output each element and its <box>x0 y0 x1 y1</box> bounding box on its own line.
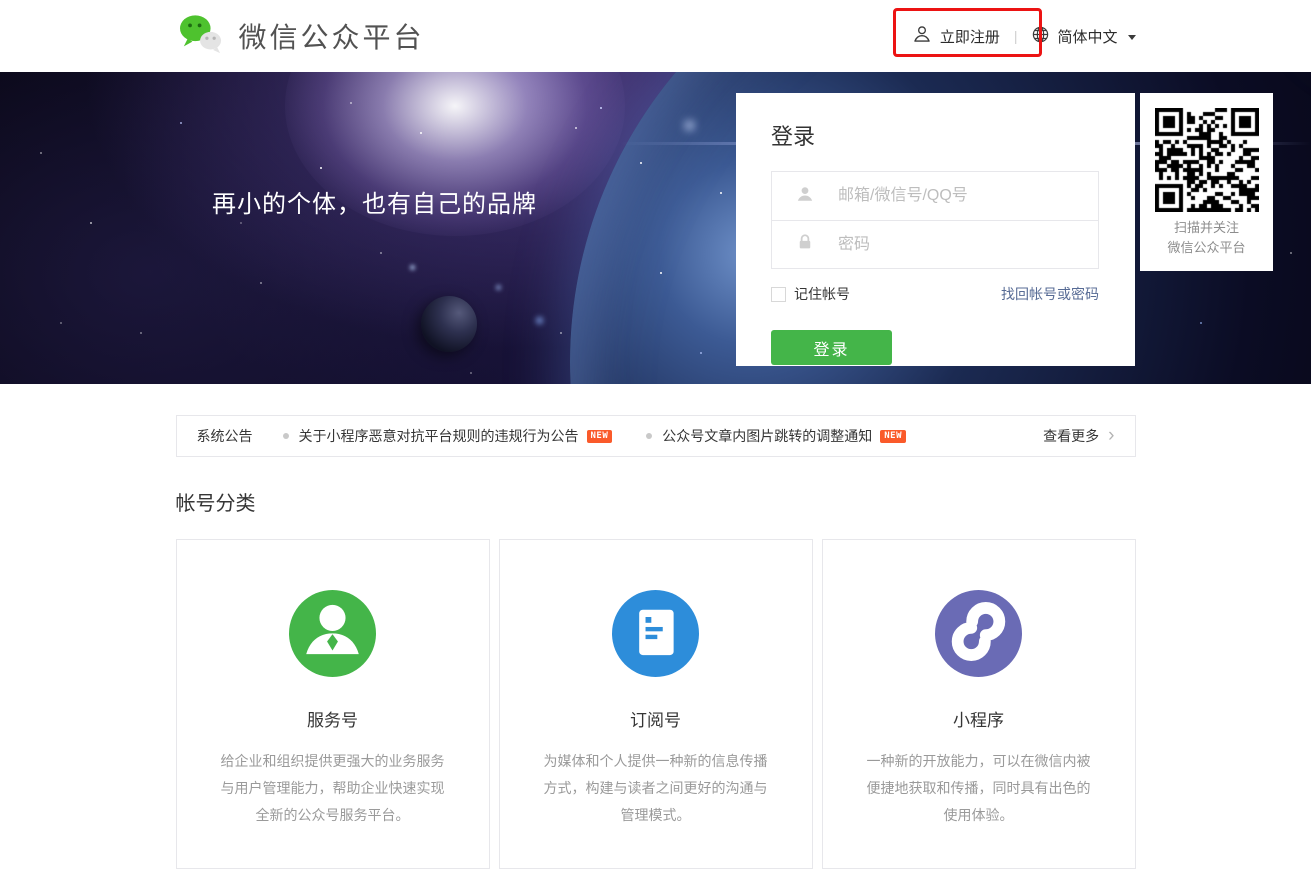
announcement-link-2[interactable]: 公众号文章内图片跳转的调整通知 NEW <box>646 426 907 446</box>
account-field-row <box>772 172 1098 220</box>
small-planet <box>421 296 477 352</box>
site-title: 微信公众平台 <box>238 22 425 53</box>
card-miniprogram[interactable]: 小程序 一种新的开放能力，可以在微信内被便捷地获取和传播，同时具有出色的使用体验… <box>821 539 1136 869</box>
new-badge: NEW <box>586 429 613 443</box>
globe-icon <box>1031 25 1050 48</box>
login-options: 记住帐号 找回帐号或密码 <box>771 284 1099 304</box>
card-description: 为媒体和个人提供一种新的信息传播方式，构建与读者之间更好的沟通与管理模式。 <box>543 753 768 823</box>
view-more-link[interactable]: 查看更多 › <box>1043 426 1114 446</box>
card-title: 服务号 <box>307 711 358 730</box>
announcement-title: 关于小程序恶意对抗平台规则的违规行为公告 <box>298 428 579 444</box>
announcement-bar: 系统公告 关于小程序恶意对抗平台规则的违规行为公告 NEW 公众号文章内图片跳转… <box>175 415 1136 457</box>
section-title-account-types: 帐号分类 <box>175 493 256 515</box>
login-button[interactable]: 登录 <box>771 330 892 365</box>
card-description: 给企业和组织提供更强大的业务服务与用户管理能力，帮助企业快速实现全新的公众号服务… <box>220 753 445 823</box>
remember-checkbox[interactable] <box>771 286 786 302</box>
login-panel: 登录 邮箱/微信号/QQ号 记住帐号 找回帐号或密码 登录 <box>736 93 1135 366</box>
service-account-icon <box>289 590 376 677</box>
login-title: 登录 <box>771 124 816 149</box>
language-label: 简体中文 <box>1057 28 1118 46</box>
card-title: 小程序 <box>953 711 1004 730</box>
wechat-logo-icon <box>176 13 226 60</box>
glow-stars <box>0 72 3 75</box>
announcement-title: 公众号文章内图片跳转的调整通知 <box>662 428 873 444</box>
bullet-icon <box>282 433 289 439</box>
qr-caption-line2: 微信公众平台 <box>1167 240 1246 255</box>
user-outline-icon <box>912 24 932 48</box>
password-input[interactable] <box>836 234 1066 255</box>
user-icon <box>796 185 814 208</box>
card-service-account[interactable]: 服务号 给企业和组织提供更强大的业务服务与用户管理能力，帮助企业快速实现全新的公… <box>175 539 490 869</box>
view-more-label: 查看更多 <box>1043 428 1100 444</box>
card-title: 订阅号 <box>630 711 681 730</box>
register-link[interactable]: 立即注册 <box>912 24 1000 48</box>
forgot-password-link[interactable]: 找回帐号或密码 <box>1001 284 1099 304</box>
qr-caption-line1: 扫描并关注 <box>1173 220 1239 235</box>
register-label: 立即注册 <box>939 28 1000 46</box>
remember-label: 记住帐号 <box>794 286 850 302</box>
lock-icon <box>796 233 814 256</box>
language-selector[interactable]: 简体中文 <box>1031 25 1136 48</box>
miniprogram-s-icon <box>935 588 1022 680</box>
miniprogram-icon <box>935 590 1022 677</box>
hero-tagline: 再小的个体，也有自己的品牌 <box>212 191 537 218</box>
brand[interactable]: 微信公众平台 <box>176 13 425 60</box>
login-fields <box>771 171 1099 269</box>
subscription-account-icon <box>612 590 699 677</box>
header-divider: | <box>1013 28 1018 44</box>
card-subscription-account[interactable]: 订阅号 为媒体和个人提供一种新的信息传播方式，构建与读者之间更好的沟通与管理模式… <box>498 539 813 869</box>
card-description: 一种新的开放能力，可以在微信内被便捷地获取和传播，同时具有出色的使用体验。 <box>866 753 1091 823</box>
password-field-row <box>772 220 1098 268</box>
chevron-right-icon: › <box>1108 424 1115 446</box>
header: 微信公众平台 立即注册 | 简体中文 <box>0 0 1311 72</box>
person-icon <box>289 588 376 680</box>
new-badge: NEW <box>880 429 907 443</box>
chevron-down-icon <box>1127 34 1136 40</box>
main-content: 系统公告 关于小程序恶意对抗平台规则的违规行为公告 NEW 公众号文章内图片跳转… <box>0 415 1311 869</box>
account-input[interactable] <box>836 186 1066 206</box>
announcement-label: 系统公告 <box>196 428 253 444</box>
document-icon <box>612 588 699 680</box>
announcement-link-1[interactable]: 关于小程序恶意对抗平台规则的违规行为公告 NEW <box>282 426 613 446</box>
remember-account[interactable]: 记住帐号 <box>771 284 850 304</box>
bullet-icon <box>646 433 653 439</box>
qr-panel: 扫描并关注 微信公众平台 <box>1140 93 1273 271</box>
account-type-cards: 服务号 给企业和组织提供更强大的业务服务与用户管理能力，帮助企业快速实现全新的公… <box>175 539 1136 869</box>
header-actions: 立即注册 | 简体中文 <box>912 24 1136 48</box>
hero-banner: 再小的个体，也有自己的品牌 登录 邮箱/微信号/QQ号 记住帐号 找回帐号或密码… <box>0 72 1311 384</box>
wechat-mp-homepage: 微信公众平台 立即注册 | 简体中文 再小的个体，也有自己的品牌 登录 邮箱/微… <box>0 0 1311 869</box>
qr-code <box>1154 108 1259 212</box>
